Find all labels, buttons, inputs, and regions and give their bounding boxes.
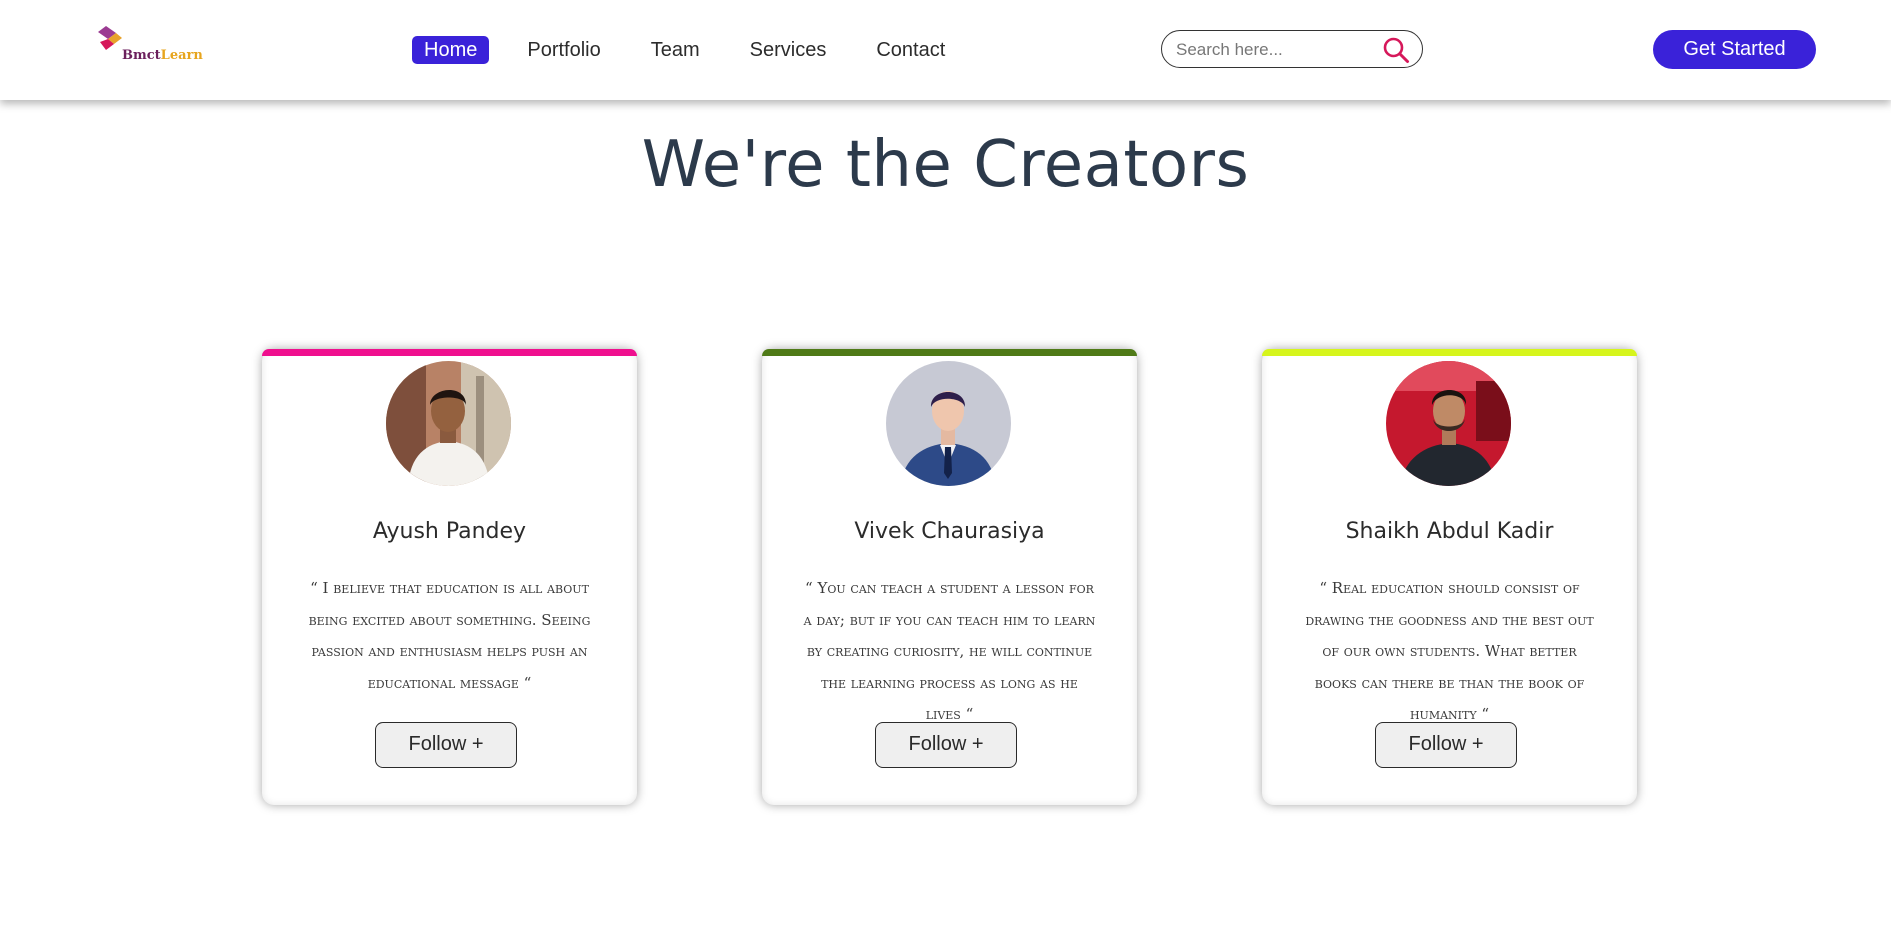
nav-item-team[interactable]: Team: [639, 36, 712, 64]
brand-logo[interactable]: BmctLearn: [96, 24, 216, 68]
card-name: Shaikh Abdul Kadir: [1345, 519, 1554, 544]
avatar-photo: [1386, 361, 1511, 486]
brand-name: BmctLearn: [122, 48, 203, 63]
follow-button[interactable]: Follow +: [1375, 722, 1517, 768]
card-quote: “ Real education should consist of drawi…: [1305, 579, 1594, 723]
avatar-photo: [386, 361, 511, 486]
brand-name-part1: Bmct: [122, 48, 161, 63]
search-box: [1161, 30, 1423, 68]
follow-button[interactable]: Follow +: [375, 722, 517, 768]
nav-links: Home Portfolio Team Services Contact: [412, 36, 983, 64]
avatar: [886, 361, 1011, 486]
avatar-photo: [886, 361, 1011, 486]
card-accent-bar: [262, 349, 637, 356]
creator-card: Vivek Chaurasiya “ You can teach a stude…: [762, 349, 1137, 805]
search-icon[interactable]: [1382, 36, 1410, 64]
navbar: BmctLearn Home Portfolio Team Services C…: [0, 0, 1891, 100]
creator-card: Shaikh Abdul Kadir “ Real education shou…: [1262, 349, 1637, 805]
get-started-button[interactable]: Get Started: [1653, 30, 1816, 69]
nav-item-portfolio[interactable]: Portfolio: [515, 36, 612, 64]
card-quote: “ You can teach a student a lesson for a…: [803, 579, 1096, 723]
card-name: Vivek Chaurasiya: [854, 519, 1045, 544]
avatar: [386, 361, 511, 486]
page-title: We're the Creators: [641, 128, 1250, 202]
card-name: Ayush Pandey: [372, 519, 527, 544]
card-accent-bar: [1262, 349, 1637, 356]
brand-name-part2: Learn: [160, 48, 203, 63]
search-input[interactable]: [1174, 37, 1378, 63]
nav-item-contact[interactable]: Contact: [864, 36, 957, 64]
creator-card: Ayush Pandey “ I believe that education …: [262, 349, 637, 805]
avatar: [1386, 361, 1511, 486]
follow-button[interactable]: Follow +: [875, 722, 1017, 768]
card-accent-bar: [762, 349, 1137, 356]
nav-item-services[interactable]: Services: [738, 36, 839, 64]
nav-item-home[interactable]: Home: [412, 36, 490, 64]
card-quote: “ I believe that education is all about …: [308, 579, 591, 692]
